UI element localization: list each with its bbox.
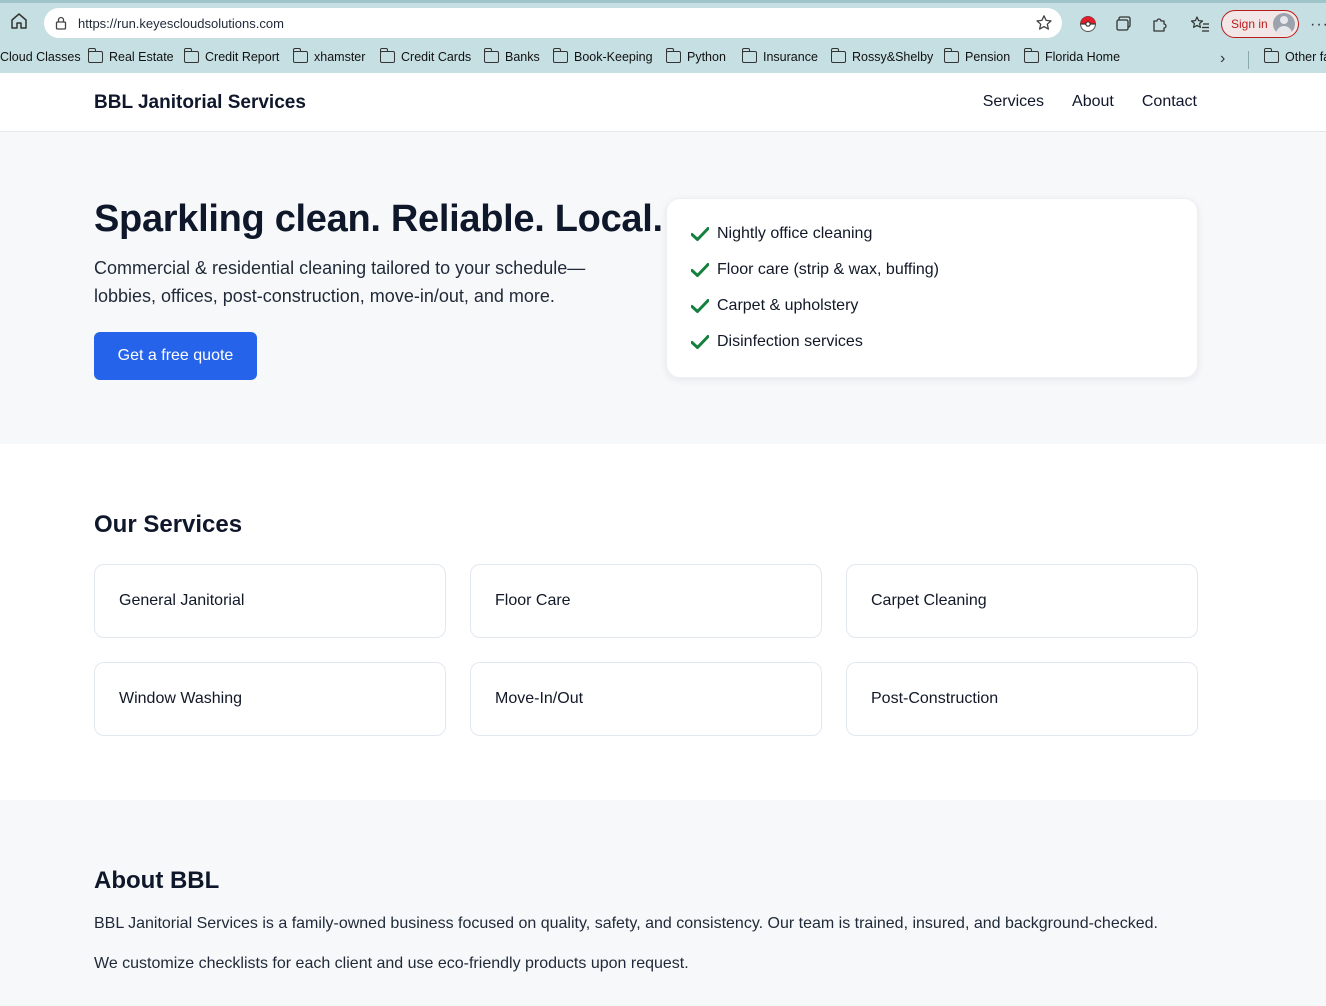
folder-icon [483,48,499,63]
extension-pokeball-icon[interactable] [1078,14,1098,34]
favorites-icon[interactable] [1190,14,1210,34]
bookmark-label: Cloud Classes [0,50,81,64]
service-card-post-construction[interactable]: Post-Construction [846,662,1198,736]
sign-in-button[interactable]: Sign in [1221,10,1299,38]
about-paragraph-1: BBL Janitorial Services is a family-owne… [94,915,1158,932]
feature-item: Carpet & upholstery [691,297,858,315]
bookmark-folder[interactable]: xhamster [292,48,366,64]
bookmark-folder[interactable]: Banks [483,48,540,64]
bookmark-folder[interactable]: Book-Keeping [552,48,653,64]
get-quote-button[interactable]: Get a free quote [94,332,257,380]
about-heading: About BBL [94,867,220,894]
folder-icon [830,48,846,63]
folder-icon [183,48,199,63]
bookmarks-divider [1248,51,1249,69]
service-card-floor-care[interactable]: Floor Care [470,564,822,638]
bookmark-folder[interactable]: Cloud Classes [0,50,81,64]
checkmark-icon [691,334,709,350]
folder-icon [1263,48,1279,63]
bookmark-folder[interactable]: Real Estate [87,48,174,64]
chevron-right-icon[interactable]: › [1220,50,1225,68]
main-nav: Services About Contact [983,93,1197,111]
folder-icon [552,48,568,63]
browser-chrome: https://run.keyescloudsolutions.com Sign… [0,0,1326,73]
bookmark-label: Insurance [763,50,818,64]
folder-icon [1023,48,1039,63]
hero-section: Sparkling clean. Reliable. Local. Commer… [0,132,1326,444]
hero-subtitle: Commercial & residential cleaning tailor… [94,258,586,306]
folder-icon [292,48,308,63]
service-card-general-janitorial[interactable]: General Janitorial [94,564,446,638]
folder-icon [379,48,395,63]
favorite-star-icon[interactable] [1034,13,1054,33]
bookmark-folder[interactable]: Credit Report [183,48,280,64]
site-header: BBL Janitorial Services Services About C… [0,73,1326,132]
tab-collections-icon[interactable] [1114,14,1134,34]
feature-label: Disinfection services [717,333,863,350]
feature-label: Carpet & upholstery [717,297,859,314]
bookmark-folder[interactable]: Credit Cards [379,48,472,64]
service-card-window-washing[interactable]: Window Washing [94,662,446,736]
nav-link-about[interactable]: About [1072,93,1114,111]
feature-label: Nightly office cleaning [717,225,873,242]
bookmark-label: Other fa [1285,50,1326,64]
bookmark-label: Rossy&Shelby [852,50,934,64]
nav-link-services[interactable]: Services [983,93,1044,111]
about-section: About BBL BBL Janitorial Services is a f… [0,800,1326,1006]
bookmark-label: Python [687,50,726,64]
folder-icon [741,48,757,63]
nav-link-contact[interactable]: Contact [1142,93,1197,111]
address-bar[interactable]: https://run.keyescloudsolutions.com [44,8,1062,38]
folder-icon [943,48,959,63]
lock-icon[interactable] [54,16,68,30]
checkmark-icon [691,262,709,278]
checkmark-icon [691,298,709,314]
service-card-carpet-cleaning[interactable]: Carpet Cleaning [846,564,1198,638]
bookmark-label: Florida Home [1045,50,1121,64]
folder-icon [87,48,103,63]
features-card: Nightly office cleaning Floor care (stri… [666,198,1198,378]
feature-item: Disinfection services [691,333,863,351]
more-menu-icon[interactable]: ··· [1310,16,1326,34]
bookmark-folder[interactable]: Python [665,48,726,64]
sign-in-label: Sign in [1231,17,1268,31]
bookmark-folder[interactable]: Florida Home [1023,48,1121,64]
bookmark-label: xhamster [314,50,366,64]
browser-toolbar: https://run.keyescloudsolutions.com Sign… [0,6,1326,42]
about-paragraph-2: We customize checklists for each client … [94,955,689,972]
other-favorites-folder[interactable]: Other fa [1263,48,1326,64]
bookmark-folder[interactable]: Insurance [741,48,818,64]
bookmarks-bar: Cloud Classes Real Estate Credit Report … [0,47,1326,71]
service-card-move-in-out[interactable]: Move-In/Out [470,662,822,736]
services-heading: Our Services [94,511,243,538]
feature-item: Floor care (strip & wax, buffing) [691,261,939,279]
bookmark-label: Credit Cards [401,50,472,64]
avatar [1273,13,1295,35]
bookmark-folder[interactable]: Pension [943,48,1011,64]
brand-logo-text[interactable]: BBL Janitorial Services [94,92,306,114]
bookmark-label: Pension [965,50,1011,64]
bookmark-label: Real Estate [109,50,174,64]
extensions-puzzle-icon[interactable] [1150,14,1170,34]
home-icon[interactable] [8,10,30,32]
bookmark-label: Book-Keeping [574,50,653,64]
feature-item: Nightly office cleaning [691,225,872,243]
feature-label: Floor care (strip & wax, buffing) [717,261,940,278]
folder-icon [665,48,681,63]
checkmark-icon [691,226,709,242]
bookmark-label: Credit Report [205,50,280,64]
hero-title: Sparkling clean. Reliable. Local. [94,198,663,240]
url-text[interactable]: https://run.keyescloudsolutions.com [78,16,284,31]
bookmark-folder[interactable]: Rossy&Shelby [830,48,934,64]
bookmark-label: Banks [505,50,540,64]
